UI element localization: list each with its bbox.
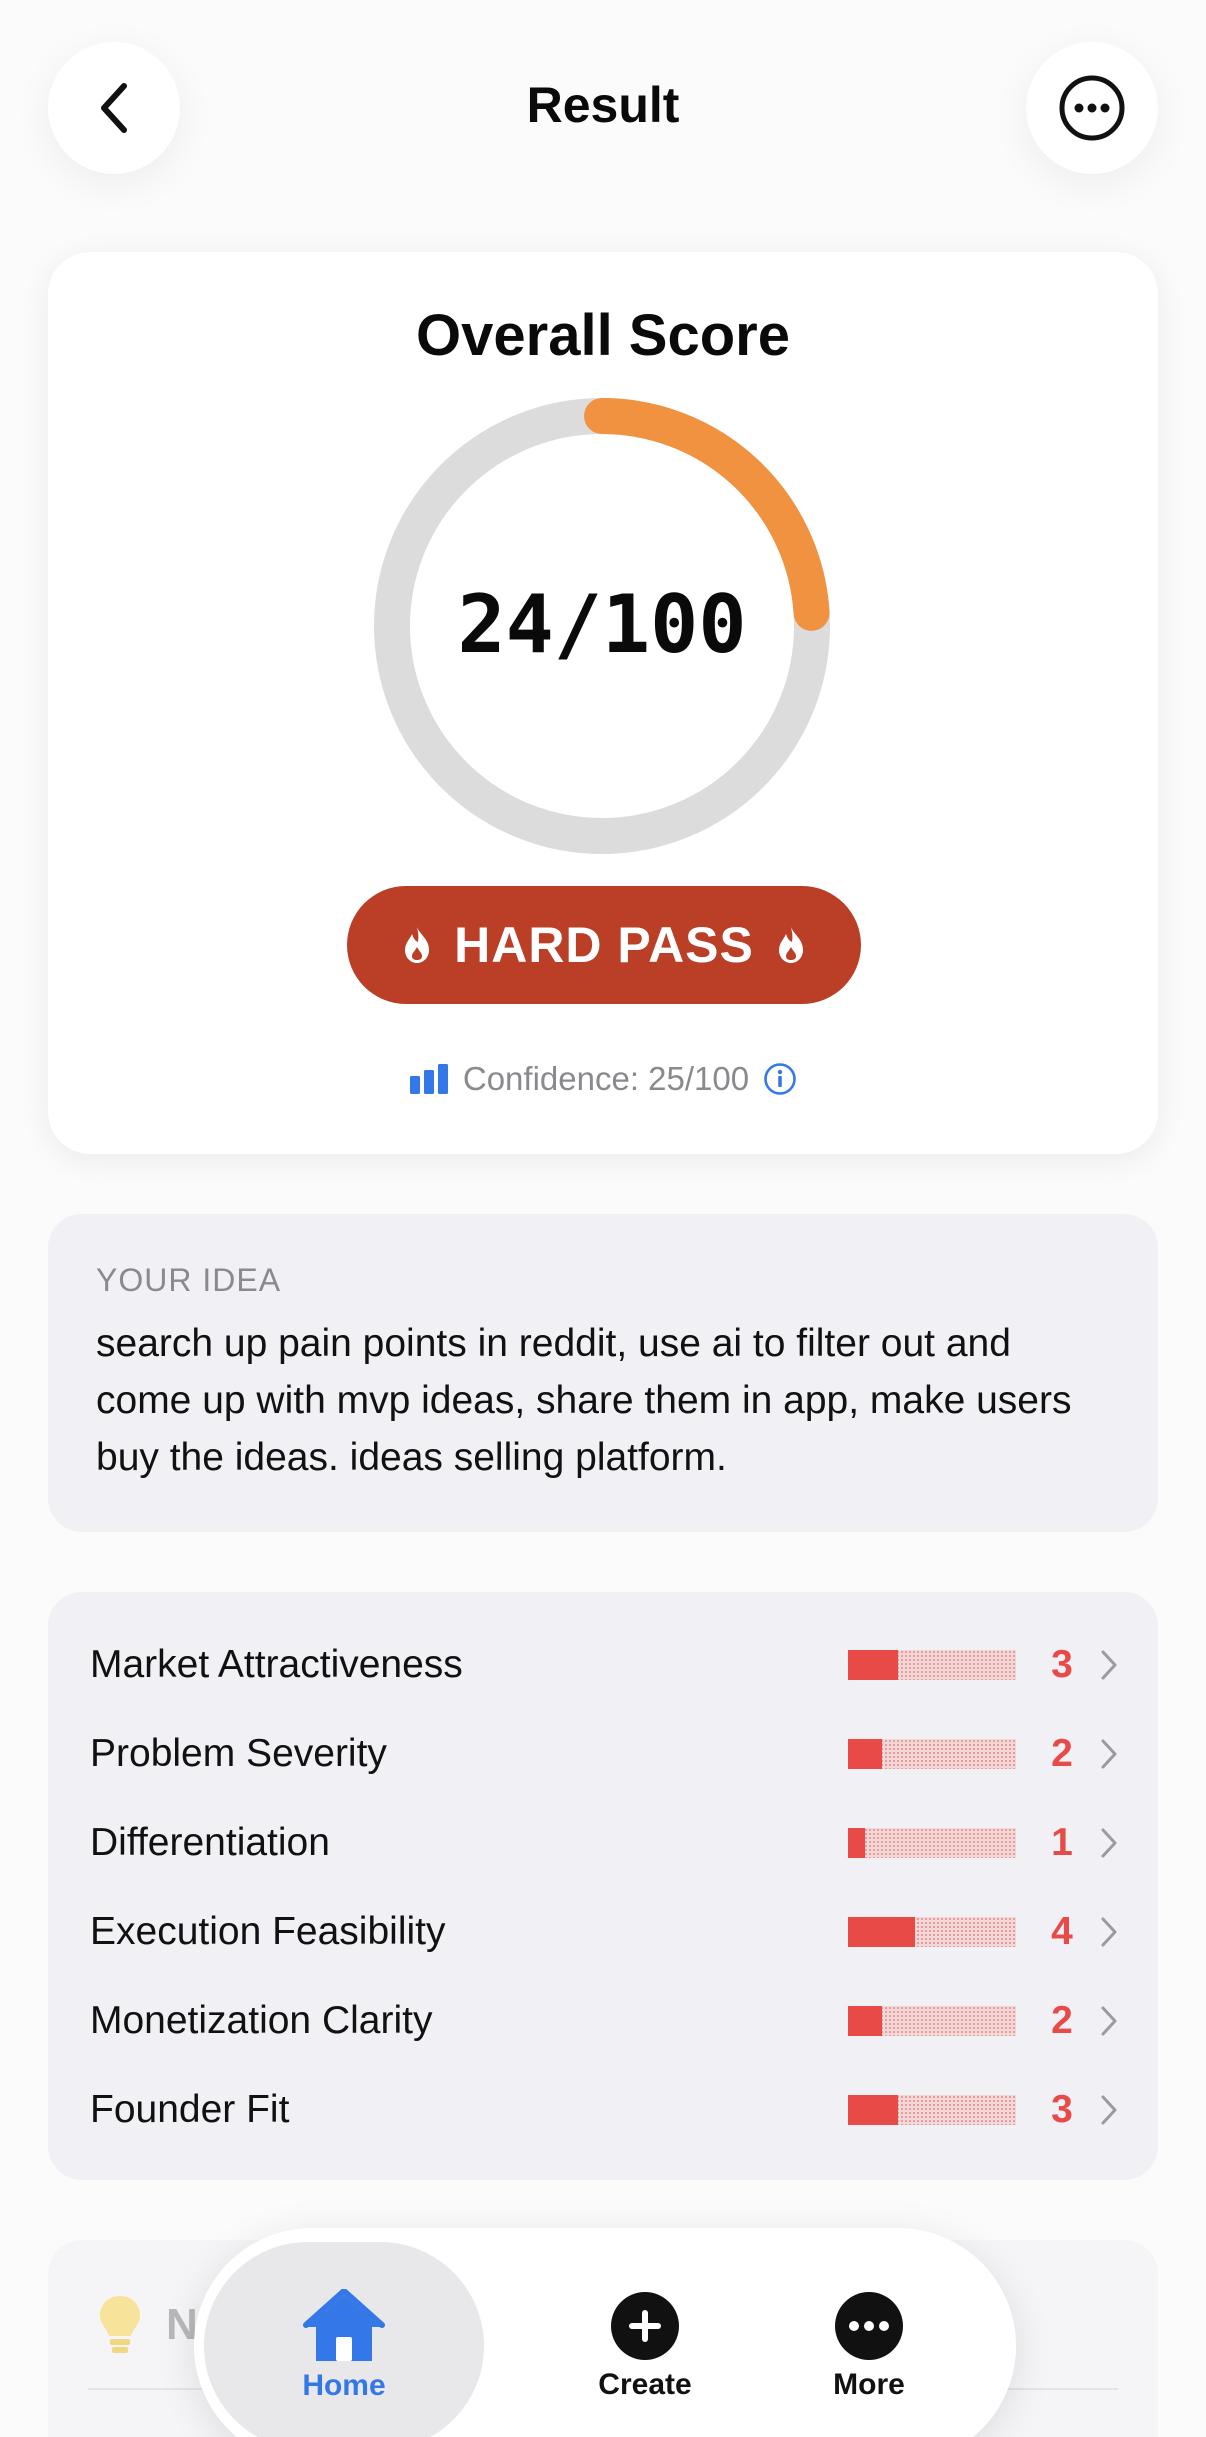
confidence-row: Confidence: 25/100 [48,1060,1158,1098]
plus-circle-icon [611,2292,679,2360]
metric-value: 2 [1051,1998,1073,2042]
flame-icon [778,927,803,963]
metric-name: Execution Feasibility [90,1909,446,1953]
metric-row[interactable]: Problem Severity 2 [48,1709,1158,1798]
metric-name: Market Attractiveness [90,1642,463,1686]
tab-home-label: Home [302,2369,386,2402]
metric-bar [848,2094,1016,2125]
metric-value: 3 [1051,2087,1073,2131]
metric-value: 3 [1051,1642,1073,1686]
chevron-right-icon [1101,1917,1117,1946]
metric-bar [848,1916,1016,1947]
chevron-right-icon [1101,1828,1117,1857]
chevron-right-icon [1101,2095,1117,2124]
score-card: Overall Score 24/100 HARD PASS Confidenc… [48,252,1158,1154]
metric-bar-fill [848,2094,899,2125]
metric-bar-fill [848,1916,916,1947]
metric-value: 1 [1051,1820,1073,1864]
chevron-right-icon [1101,1739,1117,1768]
more-options-button[interactable] [1026,42,1158,174]
confidence-text: Confidence: 25/100 [462,1060,750,1097]
score-title: Overall Score [416,303,790,368]
verdict-badge: HARD PASS [347,886,861,1004]
metric-row[interactable]: Monetization Clarity 2 [48,1976,1158,2065]
verdict-label: HARD PASS [454,917,754,973]
metric-bar [848,2005,1016,2036]
tab-home[interactable]: Home [204,2242,484,2437]
metric-row[interactable]: Founder Fit 3 [48,2065,1158,2154]
info-icon[interactable] [763,1062,797,1096]
metric-name: Founder Fit [90,2087,290,2131]
score-value: 24/100 [457,578,747,671]
bottom-tab-bar: Home Create More [194,2228,1016,2437]
metric-bar [848,1738,1016,1769]
metric-name: Differentiation [90,1820,330,1864]
metric-value: 4 [1051,1909,1073,1953]
ellipsis-circle-fill-icon [835,2292,903,2360]
metric-bar-fill [848,1827,865,1858]
idea-card: YOUR IDEA search up pain points in reddi… [48,1214,1158,1532]
metric-bar [848,1827,1016,1858]
metric-value: 2 [1051,1731,1073,1775]
house-icon [303,2289,385,2361]
next-steps-title: N [166,2300,198,2349]
lightbulb-icon [100,2296,140,2353]
tab-create-label: Create [598,2368,692,2401]
bar-chart-icon [409,1064,448,1094]
metric-bar-fill [848,2005,882,2036]
metric-row[interactable]: Market Attractiveness 3 [48,1620,1158,1709]
idea-label: YOUR IDEA [96,1262,282,1298]
flame-icon [405,927,430,963]
ellipsis-circle-icon [1059,75,1125,141]
metric-row[interactable]: Differentiation 1 [48,1798,1158,1887]
idea-text: search up pain points in reddit, use ai … [96,1322,1072,1479]
tab-more-label: More [833,2368,905,2401]
chevron-right-icon [1101,2006,1117,2035]
metric-row[interactable]: Execution Feasibility 4 [48,1887,1158,1976]
metric-bar-fill [848,1738,882,1769]
metric-bar [848,1649,1016,1680]
metric-name: Monetization Clarity [90,1998,433,2042]
metrics-card: Market Attractiveness 3 Problem Severity… [48,1592,1158,2180]
metric-bar-fill [848,1649,899,1680]
chevron-right-icon [1101,1650,1117,1679]
tab-more[interactable]: More [734,2242,1004,2437]
metric-name: Problem Severity [90,1731,387,1775]
